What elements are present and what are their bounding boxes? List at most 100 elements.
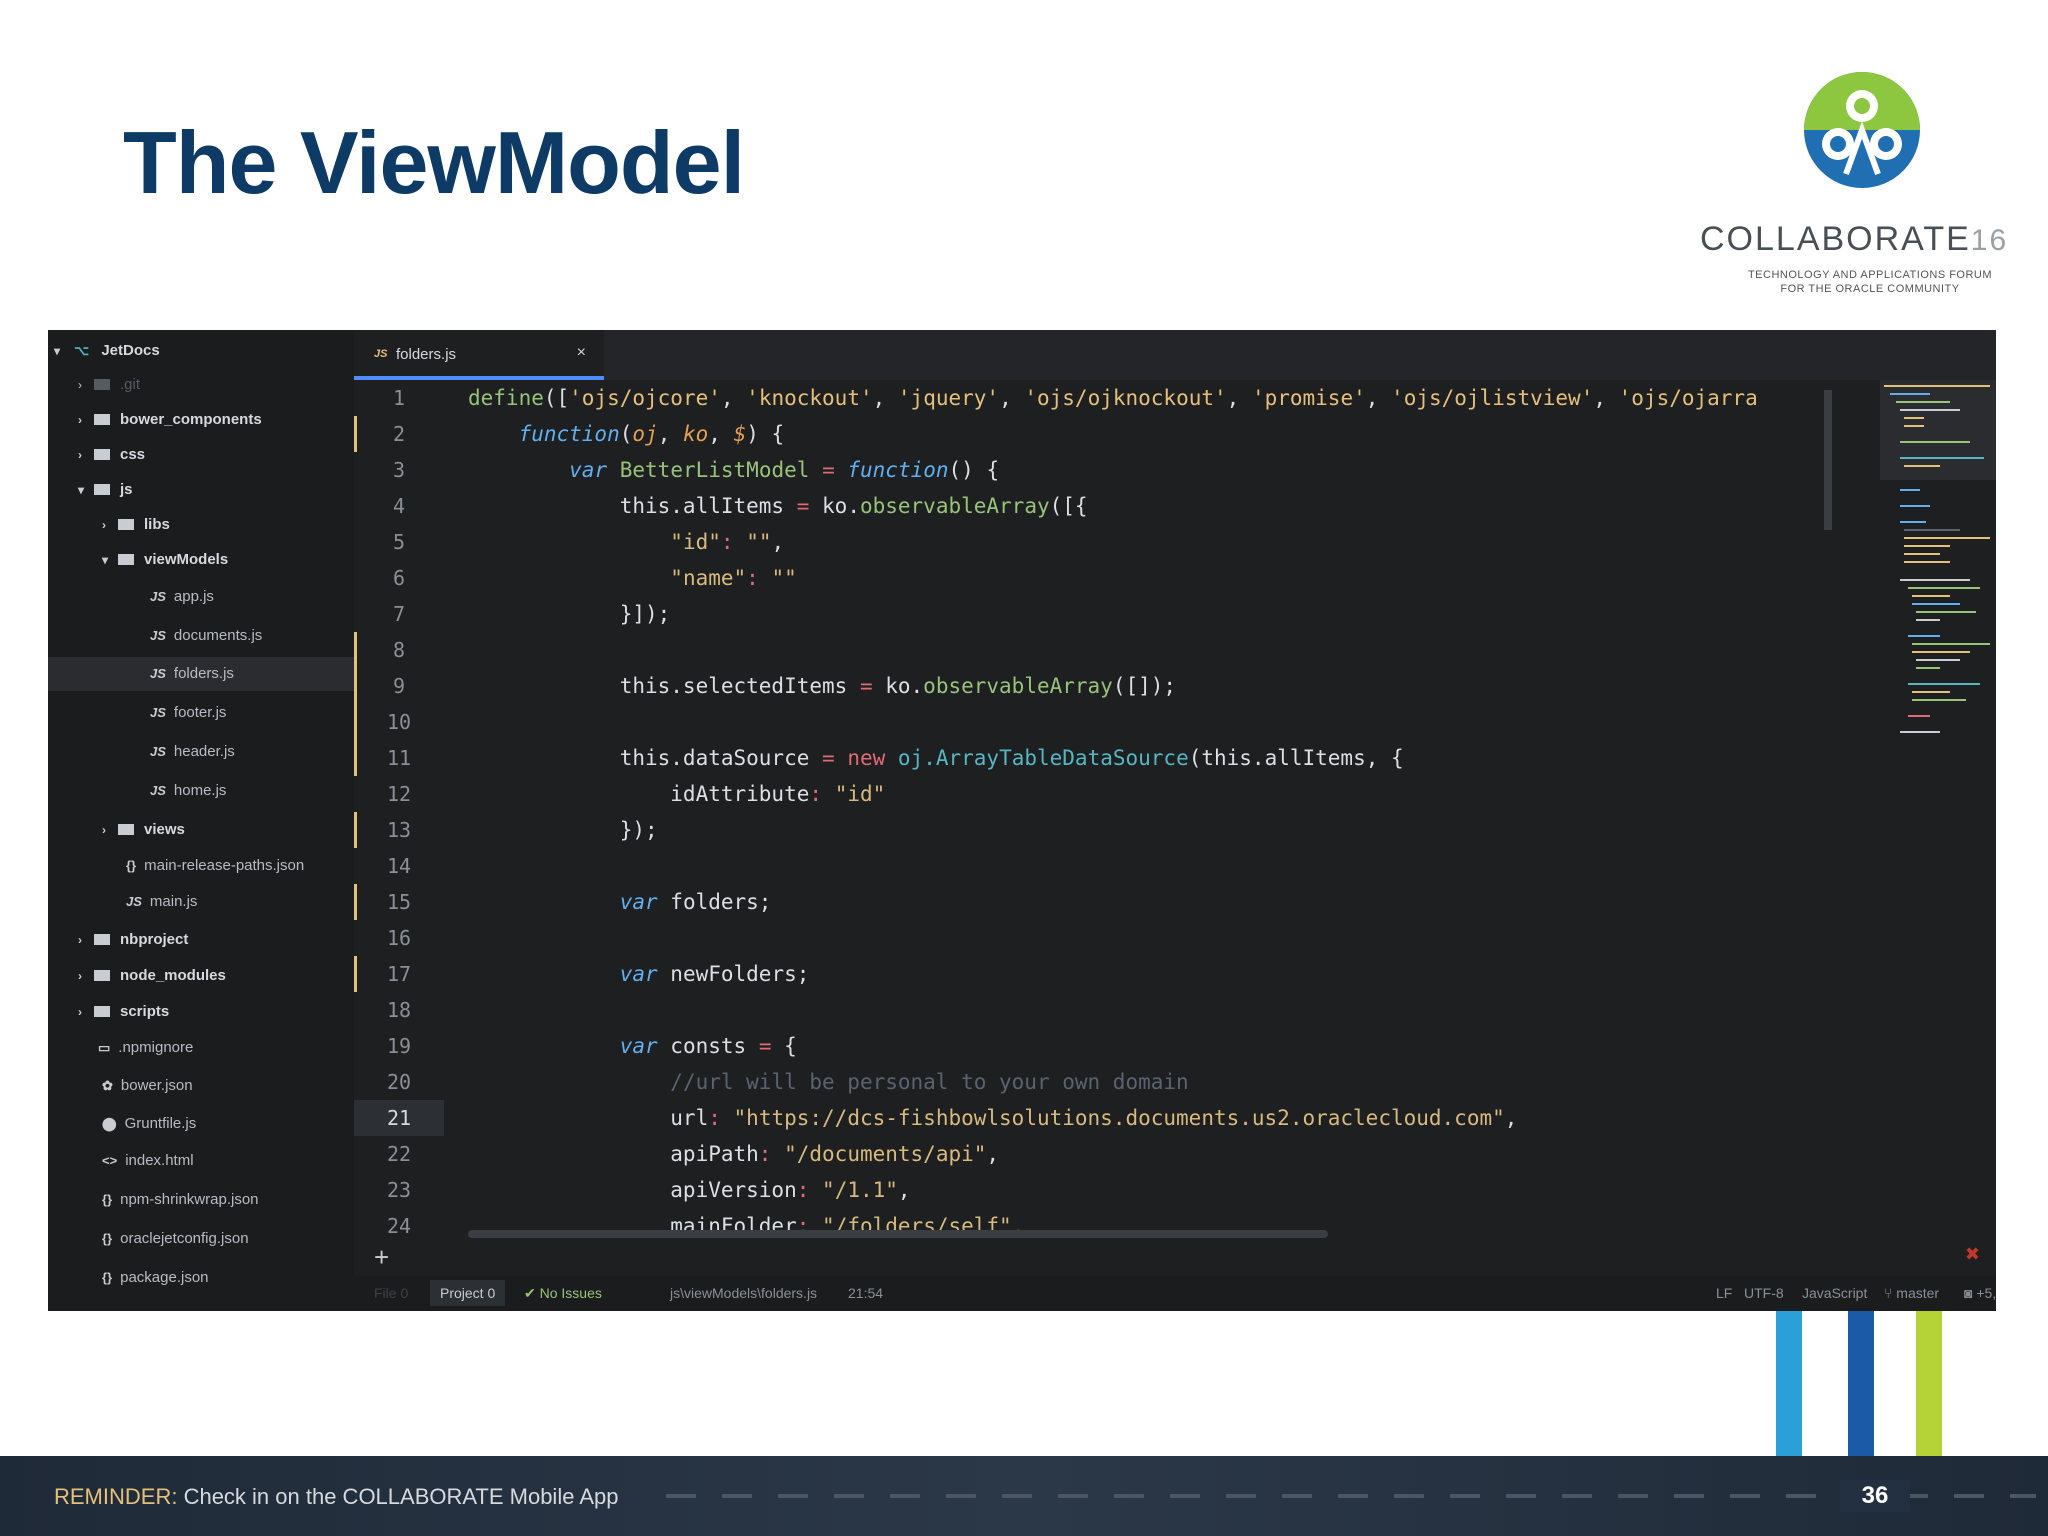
vertical-scrollbar[interactable] xyxy=(1824,390,1832,530)
tree-item-home-js[interactable]: JS home.js xyxy=(150,774,226,808)
horizontal-scrollbar[interactable] xyxy=(468,1230,1328,1238)
stripe-green xyxy=(1916,1310,1942,1456)
code-line-6: "name": "" xyxy=(670,566,797,590)
file-count-button[interactable]: File 0 xyxy=(374,1285,408,1301)
html-file-icon: <> xyxy=(102,1153,118,1168)
tree-item-nbproject[interactable]: › nbproject xyxy=(78,923,188,957)
tree-item-main-js[interactable]: JS main.js xyxy=(126,885,197,919)
slide-footer: REMINDER: Check in on the COLLABORATE Mo… xyxy=(0,1456,2048,1536)
close-icon[interactable]: × xyxy=(577,344,586,362)
chevron-right-icon: › xyxy=(78,1005,82,1019)
tree-item-oraclejetconfig[interactable]: {} oraclejetconfig.json xyxy=(102,1222,249,1256)
stripe-blue xyxy=(1848,1310,1874,1456)
code-line-5: "id": "", xyxy=(670,530,785,554)
line-number: 22 xyxy=(386,1142,412,1166)
folder-icon xyxy=(118,518,134,530)
line-number: 24 xyxy=(386,1214,412,1238)
tab-bar: JS folders.js × xyxy=(354,330,1996,380)
tree-item-folders-js[interactable]: JS folders.js xyxy=(48,657,354,691)
js-file-icon: JS xyxy=(150,589,166,604)
tree-item-js[interactable]: ▾ js xyxy=(78,473,133,507)
json-file-icon: {} xyxy=(102,1270,113,1285)
tree-item-node-modules[interactable]: › node_modules xyxy=(78,959,226,993)
git-diff[interactable]: ◙ +5, -6 xyxy=(1964,1285,1996,1301)
line-number: 18 xyxy=(386,998,412,1022)
json-file-icon: {} xyxy=(126,858,137,873)
folder-icon xyxy=(94,1005,110,1017)
status-bar: File 0 Project 0 ✔ No Issues js\viewMode… xyxy=(354,1276,1996,1311)
tree-item-viewmodels[interactable]: ▾ viewModels xyxy=(102,543,228,577)
chevron-down-icon: ▾ xyxy=(78,483,85,497)
tree-item-scripts[interactable]: › scripts xyxy=(78,995,169,1029)
tree-item-header-js[interactable]: JS header.js xyxy=(150,735,235,769)
code-line-21: url: "https://dcs-fishbowlsolutions.docu… xyxy=(468,1106,1518,1130)
tree-item-app-js[interactable]: JS app.js xyxy=(150,580,214,614)
line-number: 23 xyxy=(386,1178,412,1202)
code-line-4: this.allItems = ko.observableArray([{ xyxy=(468,494,1088,518)
grunt-icon: ⬤ xyxy=(102,1116,117,1131)
code-line-22: apiPath: "/documents/api", xyxy=(468,1142,1000,1166)
issues-indicator[interactable]: ✔ No Issues xyxy=(524,1285,602,1302)
line-number: 13 xyxy=(386,818,412,842)
folder-icon xyxy=(94,483,110,495)
tree-item-npm-shrinkwrap[interactable]: {} npm-shrinkwrap.json xyxy=(102,1183,259,1217)
folder-icon xyxy=(118,553,134,565)
tree-item-main-release-paths[interactable]: {} main-release-paths.json xyxy=(126,849,304,883)
tab-folders-js[interactable]: JS folders.js × xyxy=(354,330,604,380)
error-close-icon[interactable]: ✖ xyxy=(1965,1244,1980,1265)
code-minimap[interactable] xyxy=(1880,380,1996,1240)
line-ending[interactable]: LF xyxy=(1716,1285,1732,1301)
folder-icon xyxy=(94,378,110,390)
tree-item-footer-js[interactable]: JS footer.js xyxy=(150,696,226,730)
logo-wordmark: COLLABORATE16 xyxy=(1700,220,2009,258)
code-line-12: idAttribute: "id" xyxy=(468,782,886,806)
js-file-icon: JS xyxy=(374,348,388,360)
bottom-panel-bar: + ✖ xyxy=(354,1240,1996,1276)
tree-item-index-html[interactable]: <> index.html xyxy=(102,1144,194,1178)
chevron-down-icon: ▾ xyxy=(102,553,109,567)
code-line-20: //url will be personal to your own domai… xyxy=(670,1070,1189,1094)
code-line-9: this.selectedItems = ko.observableArray(… xyxy=(468,674,1177,698)
folder-icon xyxy=(94,969,110,981)
check-icon: ✔ xyxy=(524,1285,536,1301)
tree-item-gruntfile[interactable]: ⬤ Gruntfile.js xyxy=(102,1107,196,1141)
footer-reminder: REMINDER: Check in on the COLLABORATE Mo… xyxy=(54,1484,619,1509)
js-file-icon: JS xyxy=(150,744,166,759)
footer-dashes xyxy=(666,1494,2036,1498)
tree-item-git[interactable]: › .git xyxy=(78,368,140,402)
encoding[interactable]: UTF-8 xyxy=(1744,1285,1784,1301)
editor-window: ▾ ⌥ JetDocs › .git › bower_components › css… xyxy=(48,330,1996,1311)
line-number: 19 xyxy=(386,1034,412,1058)
tree-item-libs[interactable]: › libs xyxy=(102,508,170,542)
chevron-right-icon: › xyxy=(78,448,82,462)
tree-item-package-json[interactable]: {} package.json xyxy=(102,1261,209,1295)
tree-item-css[interactable]: › css xyxy=(78,438,145,472)
code-editor[interactable]: define(['ojs/ojcore', 'knockout', 'jquer… xyxy=(468,380,1878,1240)
chevron-right-icon: › xyxy=(78,378,82,392)
code-line-23: apiVersion: "/1.1", xyxy=(468,1178,911,1202)
logo-tagline: TECHNOLOGY AND APPLICATIONS FORUM FOR TH… xyxy=(1747,269,1993,295)
diff-icon: ◙ xyxy=(1964,1285,1973,1301)
line-number: 5 xyxy=(392,530,406,554)
file-path[interactable]: js\viewModels\folders.js xyxy=(670,1285,817,1301)
grammar[interactable]: JavaScript xyxy=(1802,1285,1867,1301)
tree-item-views[interactable]: › views xyxy=(102,813,185,847)
tree-item-documents-js[interactable]: JS documents.js xyxy=(150,619,262,653)
add-icon[interactable]: + xyxy=(374,1242,389,1273)
chevron-down-icon: ▾ xyxy=(54,344,61,358)
line-number: 20 xyxy=(386,1070,412,1094)
chevron-right-icon: › xyxy=(78,969,82,983)
chevron-right-icon: › xyxy=(102,518,106,532)
project-count-button[interactable]: Project 0 xyxy=(430,1280,506,1306)
stripe-cyan xyxy=(1776,1310,1802,1456)
tree-item-npmignore[interactable]: ▭ .npmignore xyxy=(98,1031,193,1065)
git-branch[interactable]: ⑂ master xyxy=(1884,1285,1939,1301)
cursor-position[interactable]: 21:54 xyxy=(848,1285,883,1301)
js-file-icon: JS xyxy=(150,783,166,798)
tree-item-bower-json[interactable]: ✿ bower.json xyxy=(102,1069,193,1103)
line-number: 12 xyxy=(386,782,412,806)
tree-root[interactable]: ▾ ⌥ JetDocs xyxy=(54,334,160,368)
chevron-right-icon: › xyxy=(78,933,82,947)
folder-icon xyxy=(94,448,110,460)
tree-item-bower-components[interactable]: › bower_components xyxy=(78,403,262,437)
